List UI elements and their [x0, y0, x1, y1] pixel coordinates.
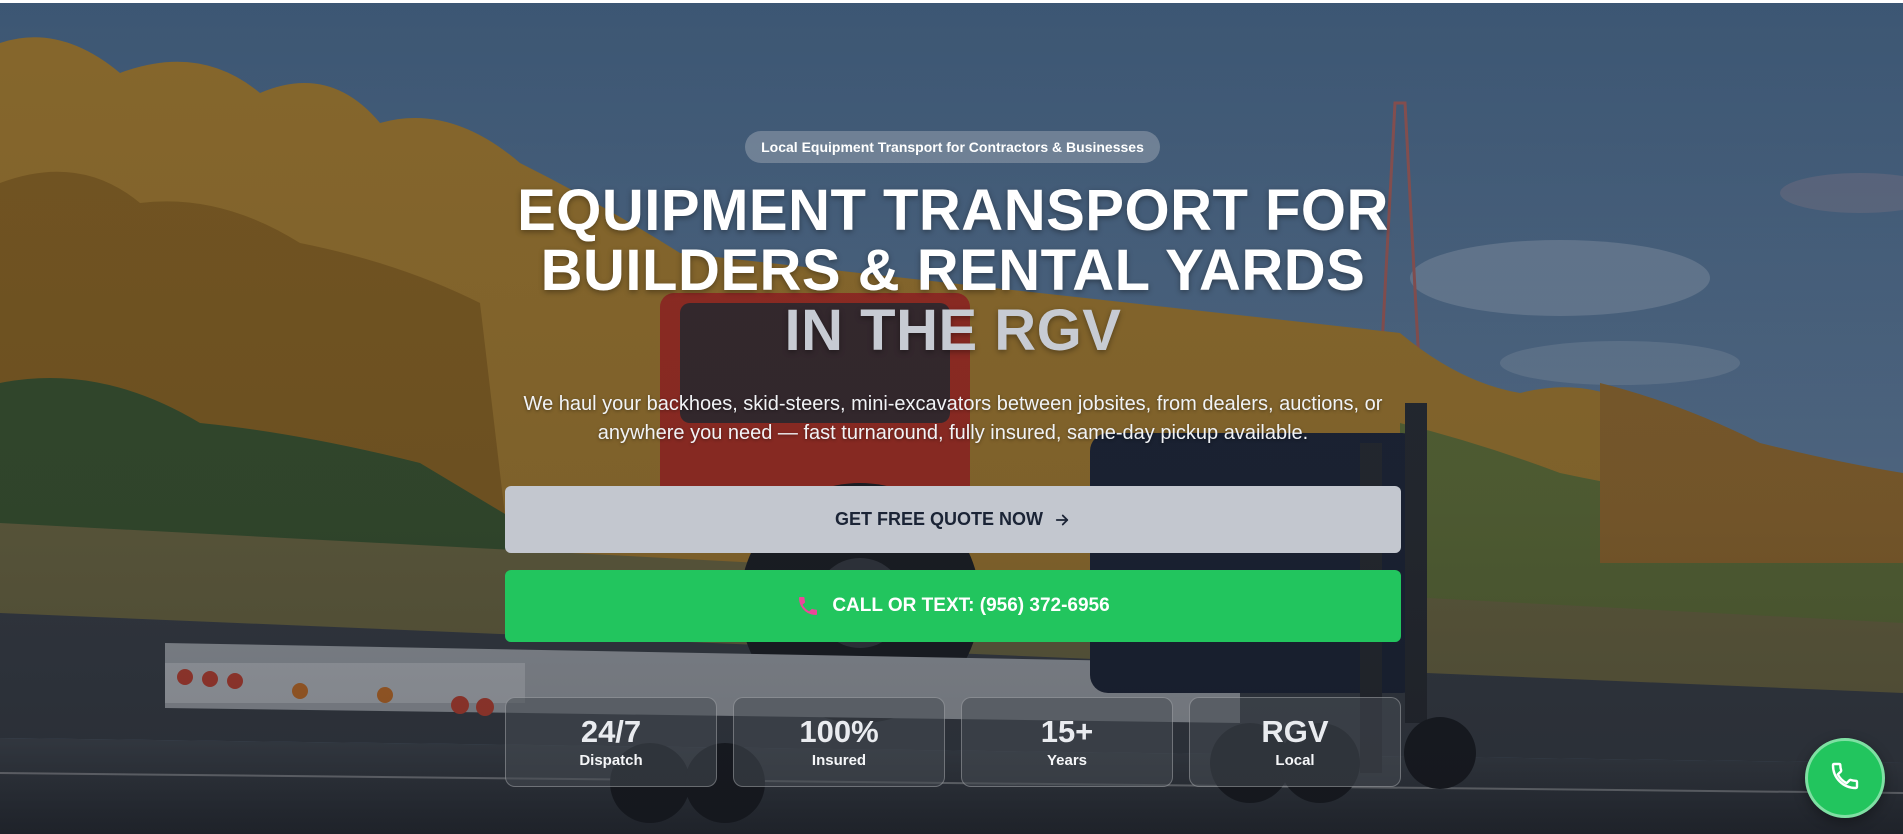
stat-value: RGV	[1261, 714, 1329, 749]
stat-value: 15+	[1040, 714, 1094, 749]
hero-headline: EQUIPMENT TRANSPORT FOR BUILDERS & RENTA…	[505, 181, 1401, 361]
headline-accent: IN THE RGV	[784, 298, 1122, 363]
stat-label: Local	[1275, 752, 1315, 769]
stat-value: 100%	[799, 714, 879, 749]
stat-card-dispatch: 24/7 Dispatch	[505, 697, 717, 787]
stat-card-insured: 100% Insured	[733, 697, 945, 787]
hero-section: Local Equipment Transport for Contractor…	[0, 3, 1903, 834]
stat-card-years: 15+ Years	[961, 697, 1173, 787]
stat-card-local: RGV Local	[1189, 697, 1401, 787]
hero-badge: Local Equipment Transport for Contractor…	[745, 131, 1160, 163]
stats-row: 24/7 Dispatch 100% Insured 15+ Years RGV…	[505, 697, 1401, 787]
call-or-text-button[interactable]: CALL OR TEXT: (956) 372-6956	[505, 570, 1401, 642]
hero-subtitle: We haul your backhoes, skid-steers, mini…	[523, 393, 1383, 444]
stat-value: 24/7	[580, 714, 642, 749]
call-or-text-label: CALL OR TEXT: (956) 372-6956	[832, 595, 1110, 616]
headline-main: EQUIPMENT TRANSPORT FOR BUILDERS & RENTA…	[517, 178, 1389, 303]
get-quote-button[interactable]: GET FREE QUOTE NOW	[505, 486, 1401, 553]
phone-icon	[796, 594, 820, 618]
stat-label: Dispatch	[579, 752, 643, 769]
stat-label: Insured	[811, 752, 867, 769]
floating-call-button[interactable]	[1805, 738, 1885, 818]
arrow-right-icon	[1053, 511, 1071, 529]
stat-label: Years	[1046, 752, 1088, 769]
phone-icon	[1829, 760, 1861, 797]
get-quote-label: GET FREE QUOTE NOW	[834, 509, 1043, 529]
